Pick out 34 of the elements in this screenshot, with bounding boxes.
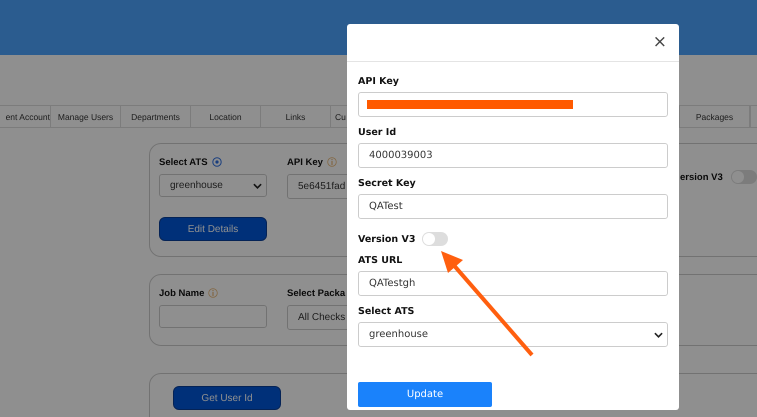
field-label: Select Packa	[287, 288, 346, 298]
radio-icon	[212, 157, 222, 167]
field-label: ersion V3	[680, 172, 723, 182]
edit-details-button[interactable]: Edit Details	[159, 217, 267, 241]
nav-tab[interactable]: ent Account	[0, 106, 51, 127]
field-label: Version V3	[358, 234, 416, 244]
field-label: User Id	[358, 127, 398, 138]
nav-tab[interactable]: Links	[261, 106, 331, 127]
chevron-down-icon	[654, 332, 663, 338]
nav-tab[interactable]: Location	[191, 106, 261, 127]
text-input[interactable]: 4000039003	[358, 143, 668, 168]
field-label: Job Name	[159, 288, 204, 298]
ats-select[interactable]: greenhouse	[358, 322, 668, 347]
field-label: ATS URL	[358, 255, 404, 266]
field-label: API Key	[287, 156, 323, 168]
info-icon	[326, 157, 337, 167]
get-user-id-button[interactable]: Get User Id	[173, 386, 281, 410]
text-input[interactable]	[358, 92, 668, 117]
field-label: Select ATS	[159, 156, 208, 168]
close-button[interactable]: ×	[650, 34, 669, 51]
field-label: Secret Key	[358, 178, 417, 189]
info-icon	[208, 288, 218, 298]
job-name-input[interactable]	[159, 305, 267, 328]
chevron-down-icon	[253, 182, 262, 188]
version-toggle[interactable]	[422, 232, 448, 246]
text-input[interactable]: QATest	[358, 194, 668, 219]
field-label: Select ATS	[358, 306, 416, 317]
nav-tab[interactable]: Cu	[331, 106, 350, 127]
nav-tab[interactable]: Departments	[121, 106, 191, 127]
text-input[interactable]: QATestgh	[358, 271, 668, 296]
field-label: API Key	[358, 76, 400, 87]
nav-tab[interactable]: Manage Users	[51, 106, 121, 127]
update-button[interactable]: Update	[358, 382, 492, 407]
ats-select[interactable]: greenhouse	[159, 174, 267, 197]
